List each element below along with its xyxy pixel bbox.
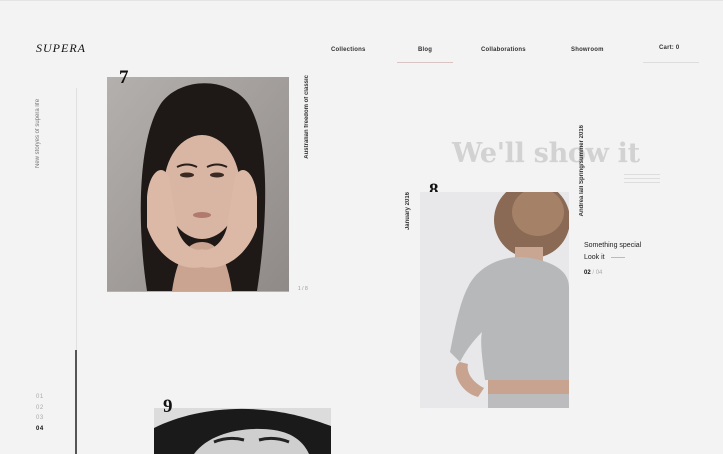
story-8-line1: Something special (584, 242, 642, 249)
nav-blog[interactable]: Blog (418, 47, 432, 53)
cart-underline (643, 62, 699, 63)
story-7-bottom-line (107, 291, 289, 292)
counter-total: 04 (595, 270, 603, 276)
counter-current: 02 (584, 270, 591, 276)
nav-collaborations[interactable]: Collaborations (481, 47, 526, 53)
top-border (0, 0, 723, 1)
fashion-image (420, 192, 569, 408)
headline-decoration (624, 174, 660, 183)
hero-headline: We'll show it (452, 138, 640, 169)
story-8-caption: Andrea lali Spring/summer 2016 (579, 125, 585, 217)
portrait-image (107, 77, 289, 291)
brand-logo[interactable]: SUPERA (36, 41, 86, 56)
look-it-link[interactable]: Look it (584, 254, 605, 261)
page-number-01[interactable]: 01 (36, 392, 44, 403)
page-number-03[interactable]: 03 (36, 413, 44, 424)
story-8-counter: 02 / 04 (584, 270, 602, 276)
sidebar-tagline: New storyes of supera life (35, 98, 41, 168)
story-9-number: 9 (163, 396, 173, 417)
nav-blog-underline (397, 62, 453, 63)
story-7-caption: Australian freedom of classic (304, 75, 310, 159)
look-it-line (610, 256, 625, 258)
story-8-date: January 2016 (405, 192, 411, 231)
counter-separator: / (592, 270, 595, 276)
story-7-number: 7 (119, 67, 129, 88)
cart-link[interactable]: Cart: 0 (659, 45, 679, 51)
page-number-02[interactable]: 02 (36, 403, 44, 414)
story-8-photo[interactable] (420, 192, 569, 408)
nav-collections[interactable]: Collections (331, 47, 366, 53)
portrait-bw-image (154, 408, 331, 454)
page-number-04[interactable]: 04 (36, 424, 44, 435)
nav-showroom[interactable]: Showroom (571, 47, 604, 53)
sidebar-progress (75, 350, 77, 454)
story-8-link[interactable]: Look it (584, 252, 625, 264)
page-indicator: 01 02 03 04 (36, 392, 44, 435)
story-9-photo[interactable] (154, 408, 331, 454)
story-7-photo[interactable] (107, 77, 289, 291)
story-7-counter: 1 / 8 (298, 286, 308, 292)
